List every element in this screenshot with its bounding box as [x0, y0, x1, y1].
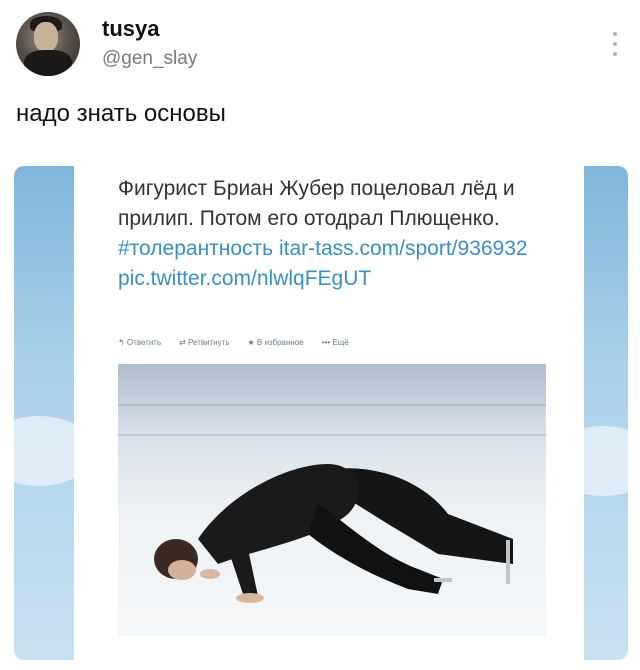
more-options-icon[interactable]	[612, 32, 618, 56]
more-action[interactable]: ••• Ещё	[322, 338, 349, 347]
embedded-tweet-plain-text: Фигурист Бриан Жубер поцеловал лёд и при…	[118, 177, 515, 230]
favorite-action[interactable]: ★ В избранное	[248, 338, 304, 347]
pic-twitter-link[interactable]: pic.twitter.com/nlwlqFEgUT	[118, 267, 371, 290]
reply-action[interactable]: ↰ Ответить	[118, 338, 161, 347]
embedded-tweet-card: Фигурист Бриан Жубер поцеловал лёд и при…	[74, 166, 584, 660]
tweet-text: надо знать основы	[16, 100, 226, 127]
embedded-tweet-actions: ↰ Ответить ⇄ Ретвитнуть ★ В избранное ••…	[118, 338, 349, 347]
skater-illustration	[154, 464, 513, 603]
tweet-header: tusya @gen_slay	[16, 12, 624, 82]
embedded-tweet-text: Фигурист Бриан Жубер поцеловал лёд и при…	[118, 174, 568, 294]
hashtag-link[interactable]: #толерантность	[118, 237, 273, 260]
display-name[interactable]: tusya	[102, 16, 159, 42]
user-handle[interactable]: @gen_slay	[102, 48, 197, 70]
itar-tass-link[interactable]: itar-tass.com/sport/936932	[279, 237, 528, 260]
retweet-action[interactable]: ⇄ Ретвитнуть	[179, 338, 229, 347]
skater-photo	[118, 364, 546, 636]
avatar[interactable]	[16, 12, 80, 76]
tweet-media-image[interactable]: Фигурист Бриан Жубер поцеловал лёд и при…	[14, 166, 628, 660]
